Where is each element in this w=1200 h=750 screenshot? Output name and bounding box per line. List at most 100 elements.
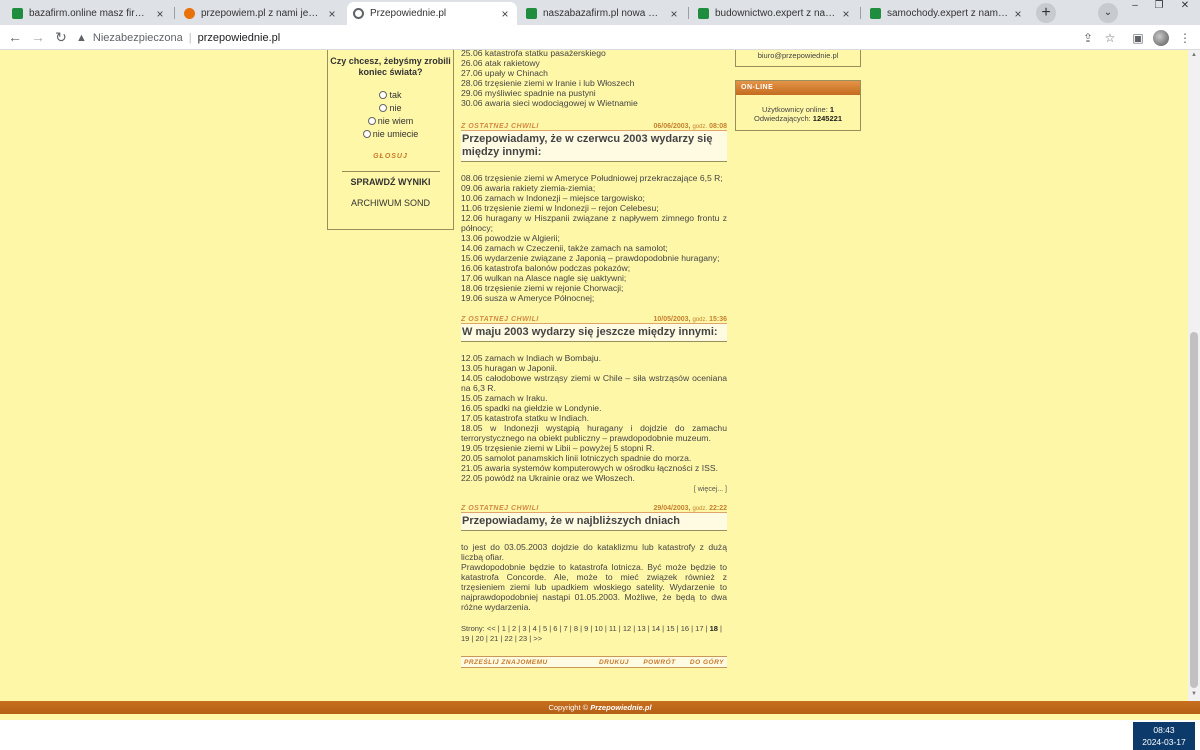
check-results-link[interactable]: SPRAWDŹ WYNIKI bbox=[328, 177, 453, 187]
pager-page-link[interactable]: 20 bbox=[475, 634, 483, 643]
contact-email[interactable]: biuro@przepowiednie.pl bbox=[758, 51, 839, 60]
poll-box: Czy chcesz, żebyśmy zrobili koniec świat… bbox=[327, 50, 454, 230]
list-item: 08.06 trzęsienie ziemi w Ameryce Południ… bbox=[461, 173, 723, 183]
news-title[interactable]: Przepowiadamy, że w najbliższych dniach bbox=[461, 513, 727, 531]
pager-page-link[interactable]: 8 bbox=[574, 624, 578, 633]
pager-page-link[interactable]: 21 bbox=[490, 634, 498, 643]
scroll-up-icon[interactable]: ▲ bbox=[1190, 52, 1198, 58]
back-link[interactable]: POWRÓT bbox=[643, 659, 675, 666]
poll-option-nie-umiecie[interactable]: nie umiecie bbox=[328, 129, 453, 139]
news-title[interactable]: Przepowiadamy, że w czerwcu 2003 wydarzy… bbox=[461, 131, 727, 162]
pager-next[interactable]: >> bbox=[533, 634, 542, 643]
pager-page-link[interactable]: 13 bbox=[637, 624, 645, 633]
list-item: 22.05 powódź na Ukrainie oraz we Włoszec… bbox=[461, 473, 635, 483]
taskbar-clock[interactable]: 08:43 2024-03-17 bbox=[1133, 722, 1195, 750]
pager-page-link[interactable]: 9 bbox=[584, 624, 588, 633]
clock-date: 2024-03-17 bbox=[1142, 737, 1186, 747]
tab-budownictwo[interactable]: budownictwo.expert z nami jesteś... × bbox=[692, 2, 858, 25]
address-separator: | bbox=[188, 31, 192, 44]
close-icon[interactable]: × bbox=[1012, 7, 1024, 21]
news-title[interactable]: W maju 2003 wydarzy się jeszcze między i… bbox=[461, 324, 727, 342]
paragraph: Prawdopodobnie będzie to katastrofa lotn… bbox=[461, 562, 727, 612]
tab-strip: bazafirm.online masz firmę kup w... × pr… bbox=[0, 0, 1200, 25]
minimize-icon[interactable]: – bbox=[1126, 0, 1144, 14]
address-bar[interactable]: ▲ Niezabezpieczona | przepowiednie.pl bbox=[76, 28, 1076, 47]
close-icon[interactable]: × bbox=[326, 7, 338, 21]
more-link[interactable]: [ więcej... ] bbox=[461, 486, 727, 493]
poll-archive-link[interactable]: ARCHIWUM SOND bbox=[328, 198, 453, 208]
pager-page-link[interactable]: 1 bbox=[502, 624, 506, 633]
close-icon[interactable]: × bbox=[668, 7, 680, 21]
poll-option-tak[interactable]: tak bbox=[328, 90, 453, 100]
warning-icon: ▲ bbox=[76, 31, 87, 44]
pager-page-link[interactable]: 10 bbox=[594, 624, 602, 633]
scrollbar-thumb[interactable] bbox=[1190, 332, 1198, 688]
page-scrollbar[interactable]: ▲ ▼ bbox=[1188, 50, 1200, 701]
window-close-icon[interactable]: ✕ bbox=[1176, 0, 1194, 14]
pager-page-link[interactable]: 15 bbox=[666, 624, 674, 633]
news-header: Z OSTATNEJ CHWILI 10/05/2003, godz. 15:3… bbox=[461, 314, 727, 324]
pager-prev[interactable]: << bbox=[487, 624, 496, 633]
restore-icon[interactable]: ❐ bbox=[1150, 0, 1168, 14]
tab-bazafirm[interactable]: bazafirm.online masz firmę kup w... × bbox=[6, 2, 172, 25]
radio-icon[interactable] bbox=[362, 130, 371, 138]
close-icon[interactable]: × bbox=[499, 7, 511, 21]
vote-button[interactable]: GŁOSUJ bbox=[328, 153, 453, 160]
pager-page-link[interactable]: 17 bbox=[695, 624, 703, 633]
pager-page-link[interactable]: 12 bbox=[623, 624, 631, 633]
print-link[interactable]: DRUKUJ bbox=[599, 659, 629, 666]
paragraph: to jest do 03.05.2003 dojdzie do katakli… bbox=[461, 542, 727, 562]
pager-page-link[interactable]: 2 bbox=[512, 624, 516, 633]
news-column: 25.06 katastrofa statku pasażerskiego 26… bbox=[461, 50, 727, 668]
pager-page-link[interactable]: 6 bbox=[553, 624, 557, 633]
reload-icon[interactable]: ↻ bbox=[52, 29, 70, 47]
tab-naszabazafirm[interactable]: naszabazafirm.pl nowa wyszukiwa... × bbox=[520, 2, 686, 25]
radio-icon[interactable] bbox=[379, 104, 388, 112]
pager-page-link[interactable]: 23 bbox=[519, 634, 527, 643]
pager-page-link[interactable]: 22 bbox=[504, 634, 512, 643]
menu-kebab-icon[interactable]: ⋮ bbox=[1177, 30, 1193, 46]
news-date: 10/05/2003, godz. 15:36 bbox=[653, 316, 727, 323]
scroll-down-icon[interactable]: ▼ bbox=[1190, 691, 1198, 697]
przepowiem-favicon-icon bbox=[184, 8, 195, 19]
budownictwo-favicon-icon bbox=[698, 8, 709, 19]
tab-title: przepowiem.pl z nami jesteś znan... bbox=[201, 8, 322, 19]
pager-page-link[interactable]: 11 bbox=[609, 624, 617, 633]
pager-page-link[interactable]: 7 bbox=[564, 624, 568, 633]
close-icon[interactable]: × bbox=[154, 7, 166, 21]
online-box: ON-LINE Użytkownicy online: 1 Odwiedzają… bbox=[735, 80, 861, 131]
bookmark-star-icon[interactable]: ☆ bbox=[1102, 30, 1118, 46]
list-item: 30.06 awaria sieci wodociągowej w Wietna… bbox=[461, 98, 638, 108]
tab-title: bazafirm.online masz firmę kup w... bbox=[29, 8, 150, 19]
news-item: Z OSTATNEJ CHWILI 06/06/2003, godz. 08:0… bbox=[461, 121, 727, 303]
back-arrow-icon[interactable]: ← bbox=[6, 29, 24, 47]
share-icon[interactable]: ⇪ bbox=[1080, 30, 1096, 46]
news-date: 29/04/2003, godz. 22:22 bbox=[653, 505, 727, 512]
list-item: 27.06 upały w Chinach bbox=[461, 68, 548, 78]
news-category: Z OSTATNEJ CHWILI bbox=[461, 505, 539, 512]
tab-przepowiem[interactable]: przepowiem.pl z nami jesteś znan... × bbox=[178, 2, 344, 25]
new-tab-button[interactable]: + bbox=[1036, 3, 1056, 23]
radio-icon[interactable] bbox=[367, 117, 376, 125]
poll-option-nie-wiem[interactable]: nie wiem bbox=[328, 116, 453, 126]
side-panel-icon[interactable]: ▣ bbox=[1130, 30, 1146, 46]
tab-search-icon[interactable]: ⌄ bbox=[1098, 3, 1118, 23]
pager-current-page: 18 bbox=[709, 624, 718, 633]
pager-page-link[interactable]: 19 bbox=[461, 634, 469, 643]
radio-icon[interactable] bbox=[379, 91, 388, 99]
pager-page-link[interactable]: 5 bbox=[543, 624, 547, 633]
online-header: ON-LINE bbox=[736, 81, 860, 95]
close-icon[interactable]: × bbox=[840, 7, 852, 21]
pager-page-link[interactable]: 14 bbox=[652, 624, 660, 633]
profile-avatar[interactable] bbox=[1153, 30, 1169, 46]
to-top-link[interactable]: DO GÓRY bbox=[690, 659, 724, 666]
pager-page-link[interactable]: 16 bbox=[681, 624, 689, 633]
page-content: Czy chcesz, żebyśmy zrobili koniec świat… bbox=[0, 50, 1188, 701]
tab-przepowiednie[interactable]: Przepowiednie.pl × bbox=[347, 2, 517, 25]
forward-arrow-icon[interactable]: → bbox=[29, 29, 47, 47]
pager-page-link[interactable]: 3 bbox=[522, 624, 526, 633]
tab-samochody[interactable]: samochody.expert z nami jesteś z... × bbox=[864, 2, 1030, 25]
pager-page-link[interactable]: 4 bbox=[533, 624, 537, 633]
send-to-friend-link[interactable]: PRZEŚLIJ ZNAJOMEMU bbox=[464, 659, 548, 666]
poll-option-nie[interactable]: nie bbox=[328, 103, 453, 113]
